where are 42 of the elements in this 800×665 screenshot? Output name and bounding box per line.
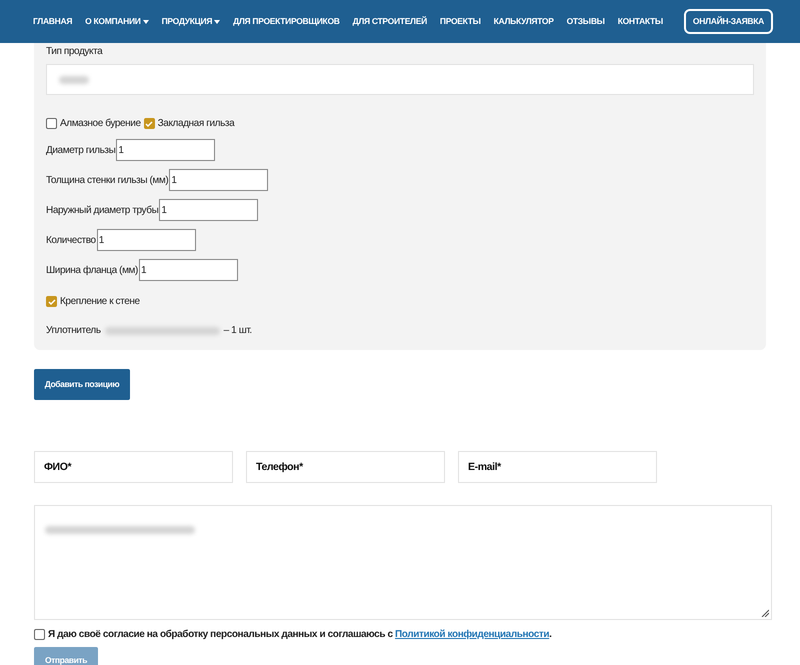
consent-text: Я даю своё согласие на обработку персональных данных и соглашаюсь с Политикой конфиденциальности. <box>48 628 552 642</box>
checkbox[interactable] <box>34 629 45 640</box>
nav-link[interactable]: О КОМПАНИИ <box>85 15 149 28</box>
nav-link[interactable]: КОНТАКТЫ <box>618 15 663 28</box>
field-label: Диаметр гильзы <box>46 144 116 158</box>
nav-link[interactable]: ПРОЕКТЫ <box>440 15 481 28</box>
caret-icon <box>214 20 220 24</box>
input-field[interactable]: E-mail* <box>458 451 657 483</box>
input-field[interactable]: 1 <box>138 259 238 281</box>
field-label: Наружный диаметр трубы <box>46 204 158 218</box>
nav-link[interactable]: ДЛЯ ПРОЕКТИРОВЩИКОВ <box>233 15 340 28</box>
nav-link[interactable]: ДЛЯ СТРОИТЕЛЕЙ <box>352 15 427 28</box>
online-request-button[interactable]: ОНЛАЙН-ЗАЯВКА <box>684 9 773 34</box>
checkbox[interactable] <box>144 118 155 129</box>
product-type-field[interactable] <box>46 64 754 95</box>
nav-link[interactable]: КАЛЬКУЛЯТОР <box>494 15 554 28</box>
input-field[interactable]: 1 <box>169 169 268 191</box>
checkbox[interactable] <box>46 118 57 129</box>
field-label: Количество <box>46 234 96 248</box>
nav-link[interactable]: ОТЗЫВЫ <box>566 15 605 28</box>
input-field[interactable]: 1 <box>159 199 258 221</box>
add-position-button[interactable]: Добавить позицию <box>34 369 130 400</box>
resize-handle-icon <box>761 609 769 617</box>
seal-label: Уплотнитель <box>46 324 101 338</box>
field-label: Толщина стенки гильзы (мм) <box>46 174 168 188</box>
privacy-policy-link[interactable]: Политикой конфиденциальности <box>395 629 550 640</box>
input-field[interactable]: 1 <box>96 229 196 251</box>
caret-icon <box>142 20 149 24</box>
message-field[interactable] <box>34 505 772 620</box>
field-label: Ширина фланца (мм) <box>46 264 138 278</box>
nav-link[interactable]: ПРОДУКЦИЯ <box>162 15 220 28</box>
blurred-text <box>59 76 89 84</box>
field-label: Тип продукта <box>46 45 104 59</box>
checkbox[interactable] <box>46 296 57 307</box>
input-field[interactable]: ФИО* <box>34 451 233 483</box>
input-field[interactable]: 1 <box>116 139 216 161</box>
seal-quantity: – 1 шт. <box>224 324 252 338</box>
nav-link[interactable]: ГЛАВНАЯ <box>33 15 72 28</box>
checkbox-label: Алмазное бурение <box>60 117 141 131</box>
input-field[interactable]: Телефон* <box>246 451 445 483</box>
checkbox-label: Закладная гильза <box>158 117 234 131</box>
checkbox-label: Крепление к стене <box>60 295 140 309</box>
